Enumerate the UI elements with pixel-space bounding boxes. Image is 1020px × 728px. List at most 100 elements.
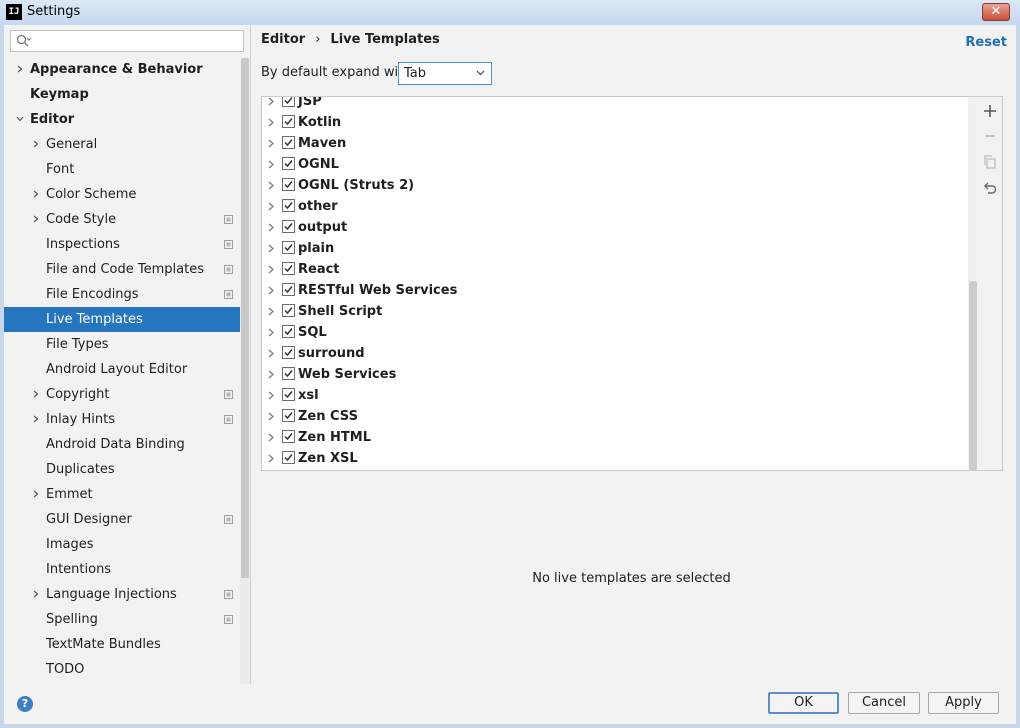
sidebar-item[interactable]: Images xyxy=(4,532,250,557)
chevron-right-icon[interactable] xyxy=(267,223,275,232)
sidebar-item[interactable]: Editor xyxy=(4,107,250,132)
cancel-button[interactable]: Cancel xyxy=(848,692,920,714)
chevron-right-icon[interactable] xyxy=(32,590,40,598)
template-group-checkbox[interactable] xyxy=(282,304,295,317)
chevron-right-icon[interactable] xyxy=(32,190,40,198)
sidebar-item[interactable]: General xyxy=(4,132,250,157)
chevron-right-icon[interactable] xyxy=(267,139,275,148)
template-group-checkbox[interactable] xyxy=(282,283,295,296)
settings-search-input[interactable] xyxy=(10,30,244,52)
sidebar-item[interactable]: Android Data Binding xyxy=(4,432,250,457)
template-group-row[interactable]: OGNL (Struts 2) xyxy=(262,175,962,196)
sidebar-item[interactable]: File and Code Templates xyxy=(4,257,250,282)
chevron-right-icon[interactable] xyxy=(267,412,275,421)
chevron-right-icon[interactable] xyxy=(267,160,275,169)
sidebar-item[interactable]: Code Style xyxy=(4,207,250,232)
sidebar-item[interactable]: Color Scheme xyxy=(4,182,250,207)
chevron-right-icon[interactable] xyxy=(267,454,275,463)
template-group-checkbox[interactable] xyxy=(282,451,295,464)
template-group-checkbox[interactable] xyxy=(282,241,295,254)
template-group-checkbox[interactable] xyxy=(282,409,295,422)
template-group-row[interactable]: Zen CSS xyxy=(262,406,962,427)
sidebar-item[interactable]: TextMate Bundles xyxy=(4,632,250,657)
chevron-right-icon[interactable] xyxy=(32,140,40,148)
breadcrumb-editor[interactable]: Editor xyxy=(261,32,305,47)
template-groups-list[interactable]: Zen XSL Zen HTML Zen CSS xsl Web Services sur… xyxy=(261,96,979,471)
sidebar-item[interactable]: Android Layout Editor xyxy=(4,357,250,382)
restore-icon[interactable] xyxy=(982,180,998,196)
chevron-right-icon[interactable] xyxy=(267,328,275,337)
template-group-checkbox[interactable] xyxy=(282,220,295,233)
chevron-right-icon[interactable] xyxy=(16,65,24,73)
chevron-right-icon[interactable] xyxy=(267,118,275,127)
ok-button[interactable]: OK xyxy=(768,692,839,714)
chevron-right-icon[interactable] xyxy=(267,202,275,211)
template-group-checkbox[interactable] xyxy=(282,262,295,275)
chevron-down-icon[interactable] xyxy=(16,115,24,123)
sidebar-item[interactable]: Intentions xyxy=(4,557,250,582)
sidebar-scrollbar-thumb[interactable] xyxy=(241,58,249,578)
window-close-button[interactable]: ✕ xyxy=(982,3,1010,21)
copy-icon[interactable] xyxy=(982,154,998,170)
chevron-right-icon[interactable] xyxy=(267,286,275,295)
template-group-checkbox[interactable] xyxy=(282,157,295,170)
apply-button[interactable]: Apply xyxy=(928,692,999,714)
template-group-row[interactable]: Maven xyxy=(262,133,962,154)
template-group-row[interactable]: Kotlin xyxy=(262,112,962,133)
sidebar-item[interactable]: Font xyxy=(4,157,250,182)
template-group-row[interactable]: SQL xyxy=(262,322,962,343)
sidebar-item[interactable]: Inspections xyxy=(4,232,250,257)
chevron-right-icon[interactable] xyxy=(32,390,40,398)
sidebar-item[interactable]: File Types xyxy=(4,332,250,357)
chevron-right-icon[interactable] xyxy=(267,244,275,253)
chevron-right-icon[interactable] xyxy=(267,307,275,316)
chevron-right-icon[interactable] xyxy=(32,490,40,498)
add-icon[interactable] xyxy=(982,103,998,119)
remove-icon[interactable] xyxy=(982,128,998,144)
template-group-row[interactable]: output xyxy=(262,217,962,238)
sidebar-item[interactable]: Copyright xyxy=(4,382,250,407)
template-group-row[interactable]: Zen HTML xyxy=(262,427,962,448)
template-group-checkbox[interactable] xyxy=(282,115,295,128)
sidebar-item[interactable]: Appearance & Behavior xyxy=(4,57,250,82)
sidebar-item[interactable]: Duplicates xyxy=(4,457,250,482)
chevron-right-icon[interactable] xyxy=(267,391,275,400)
template-group-checkbox[interactable] xyxy=(282,136,295,149)
expand-with-select[interactable]: Tab xyxy=(398,62,492,85)
sidebar-item[interactable]: File Encodings xyxy=(4,282,250,307)
sidebar-item[interactable]: Live Templates xyxy=(4,307,250,332)
template-group-checkbox[interactable] xyxy=(282,325,295,338)
template-group-row[interactable]: Shell Script xyxy=(262,301,962,322)
templates-scrollbar-thumb[interactable] xyxy=(969,281,977,470)
template-group-row[interactable]: JSP xyxy=(262,97,962,112)
template-group-row[interactable]: RESTful Web Services xyxy=(262,280,962,301)
template-group-row[interactable]: other xyxy=(262,196,962,217)
help-icon[interactable]: ? xyxy=(17,696,33,712)
chevron-right-icon[interactable] xyxy=(32,415,40,423)
template-group-checkbox[interactable] xyxy=(282,430,295,443)
chevron-right-icon[interactable] xyxy=(267,265,275,274)
chevron-right-icon[interactable] xyxy=(32,215,40,223)
template-group-row[interactable]: surround xyxy=(262,343,962,364)
chevron-right-icon[interactable] xyxy=(267,433,275,442)
sidebar-item[interactable]: TODO xyxy=(4,657,250,682)
template-group-checkbox[interactable] xyxy=(282,199,295,212)
reset-link[interactable]: Reset xyxy=(965,35,1007,50)
template-group-checkbox[interactable] xyxy=(282,346,295,359)
chevron-right-icon[interactable] xyxy=(267,370,275,379)
template-group-row[interactable]: OGNL xyxy=(262,154,962,175)
chevron-right-icon[interactable] xyxy=(267,349,275,358)
template-group-checkbox[interactable] xyxy=(282,97,295,107)
template-group-row[interactable]: plain xyxy=(262,238,962,259)
template-group-row[interactable]: React xyxy=(262,259,962,280)
template-group-row[interactable]: Zen XSL xyxy=(262,448,962,469)
sidebar-item[interactable]: Keymap xyxy=(4,82,250,107)
template-group-checkbox[interactable] xyxy=(282,388,295,401)
chevron-right-icon[interactable] xyxy=(267,97,275,106)
sidebar-item[interactable]: GUI Designer xyxy=(4,507,250,532)
sidebar-item[interactable]: Inlay Hints xyxy=(4,407,250,432)
sidebar-item[interactable]: Language Injections xyxy=(4,582,250,607)
sidebar-item[interactable]: Emmet xyxy=(4,482,250,507)
template-group-row[interactable]: xsl xyxy=(262,385,962,406)
chevron-right-icon[interactable] xyxy=(267,181,275,190)
